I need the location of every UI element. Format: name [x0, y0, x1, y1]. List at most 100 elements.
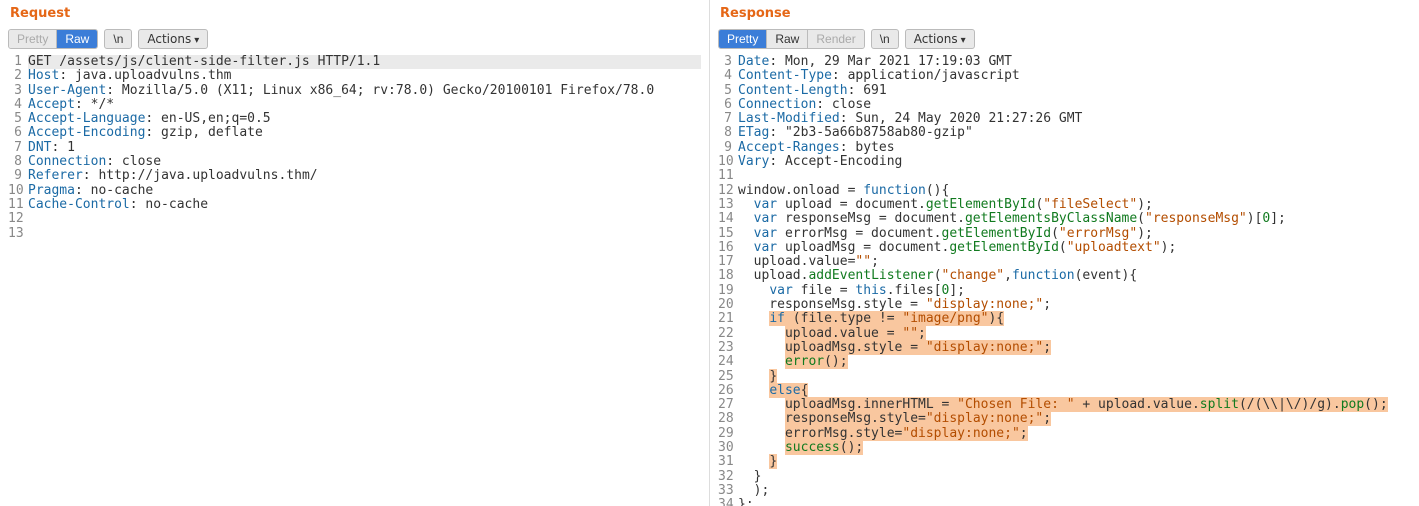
- code-content: var responseMsg = document.getElementsBy…: [738, 212, 1411, 226]
- code-content: );: [738, 484, 1411, 498]
- code-content: }: [738, 370, 1411, 384]
- line-number: 22: [718, 327, 738, 341]
- line-number: 8: [8, 155, 28, 169]
- code-content: Accept-Encoding: gzip, deflate: [28, 126, 701, 140]
- code-line[interactable]: 2Host: java.uploadvulns.thm: [8, 69, 701, 83]
- code-line[interactable]: 24 error();: [718, 355, 1411, 369]
- code-content: Connection: close: [738, 98, 1411, 112]
- line-number: 25: [718, 370, 738, 384]
- line-number: 15: [718, 227, 738, 241]
- code-line[interactable]: 14 var responseMsg = document.getElement…: [718, 212, 1411, 226]
- actions-label: Actions: [147, 32, 191, 46]
- actions-menu[interactable]: Actions▾: [138, 29, 208, 49]
- code-line[interactable]: 5Content-Length: 691: [718, 84, 1411, 98]
- code-line[interactable]: 30 success();: [718, 441, 1411, 455]
- line-number: 5: [8, 112, 28, 126]
- line-number: 7: [8, 141, 28, 155]
- code-line[interactable]: 9Referer: http://java.uploadvulns.thm/: [8, 169, 701, 183]
- code-line[interactable]: 5Accept-Language: en-US,en;q=0.5: [8, 112, 701, 126]
- code-line[interactable]: 4Content-Type: application/javascript: [718, 69, 1411, 83]
- code-line[interactable]: 21 if (file.type != "image/png"){: [718, 312, 1411, 326]
- line-number: 24: [718, 355, 738, 369]
- line-number: 1: [8, 55, 28, 69]
- line-number: 13: [8, 227, 28, 241]
- code-line[interactable]: 8Connection: close: [8, 155, 701, 169]
- render-tab[interactable]: Render: [808, 30, 863, 48]
- code-line[interactable]: 17 upload.value="";: [718, 255, 1411, 269]
- pretty-tab[interactable]: Pretty: [719, 30, 767, 48]
- code-line[interactable]: 4Accept: */*: [8, 98, 701, 112]
- line-number: 7: [718, 112, 738, 126]
- line-number: 8: [718, 126, 738, 140]
- code-content: else{: [738, 384, 1411, 398]
- code-line[interactable]: 3Date: Mon, 29 Mar 2021 17:19:03 GMT: [718, 55, 1411, 69]
- code-line[interactable]: 6Connection: close: [718, 98, 1411, 112]
- code-content: DNT: 1: [28, 141, 701, 155]
- line-number: 12: [8, 212, 28, 226]
- newline-toggle[interactable]: \n: [871, 29, 899, 49]
- code-line[interactable]: 22 upload.value = "";: [718, 327, 1411, 341]
- code-content: Accept-Language: en-US,en;q=0.5: [28, 112, 701, 126]
- code-content: [28, 227, 701, 241]
- line-number: 29: [718, 427, 738, 441]
- code-line[interactable]: 18 upload.addEventListener("change",func…: [718, 269, 1411, 283]
- code-content: Content-Type: application/javascript: [738, 69, 1411, 83]
- code-line[interactable]: 9Accept-Ranges: bytes: [718, 141, 1411, 155]
- code-line[interactable]: 26 else{: [718, 384, 1411, 398]
- chevron-down-icon: ▾: [194, 35, 199, 46]
- code-line[interactable]: 15 var errorMsg = document.getElementByI…: [718, 227, 1411, 241]
- code-line[interactable]: 7Last-Modified: Sun, 24 May 2020 21:27:2…: [718, 112, 1411, 126]
- code-line[interactable]: 1GET /assets/js/client-side-filter.js HT…: [8, 55, 701, 69]
- code-line[interactable]: 20 responseMsg.style = "display:none;";: [718, 298, 1411, 312]
- code-line[interactable]: 12: [8, 212, 701, 226]
- response-panel: Response Pretty Raw Render \n Actions▾ 3…: [710, 0, 1419, 506]
- line-number: 33: [718, 484, 738, 498]
- newline-toggle[interactable]: \n: [104, 29, 132, 49]
- response-code[interactable]: 3Date: Mon, 29 Mar 2021 17:19:03 GMT4Con…: [718, 53, 1411, 506]
- line-number: 18: [718, 269, 738, 283]
- code-line[interactable]: 8ETag: "2b3-5a66b8758ab80-gzip": [718, 126, 1411, 140]
- pretty-tab[interactable]: Pretty: [9, 30, 57, 48]
- code-line[interactable]: 13: [8, 227, 701, 241]
- code-line[interactable]: 10Vary: Accept-Encoding: [718, 155, 1411, 169]
- code-content: User-Agent: Mozilla/5.0 (X11; Linux x86_…: [28, 84, 701, 98]
- line-number: 5: [718, 84, 738, 98]
- code-content: Host: java.uploadvulns.thm: [28, 69, 701, 83]
- code-line[interactable]: 10Pragma: no-cache: [8, 184, 701, 198]
- code-line[interactable]: 19 var file = this.files[0];: [718, 284, 1411, 298]
- code-line[interactable]: 33 );: [718, 484, 1411, 498]
- code-content: Cache-Control: no-cache: [28, 198, 701, 212]
- code-line[interactable]: 3User-Agent: Mozilla/5.0 (X11; Linux x86…: [8, 84, 701, 98]
- code-line[interactable]: 13 var upload = document.getElementById(…: [718, 198, 1411, 212]
- raw-tab[interactable]: Raw: [57, 30, 97, 48]
- code-line[interactable]: 27 uploadMsg.innerHTML = "Chosen File: "…: [718, 398, 1411, 412]
- code-content: Referer: http://java.uploadvulns.thm/: [28, 169, 701, 183]
- code-content: var errorMsg = document.getElementById("…: [738, 227, 1411, 241]
- code-content: Date: Mon, 29 Mar 2021 17:19:03 GMT: [738, 55, 1411, 69]
- response-title: Response: [718, 6, 1411, 27]
- code-line[interactable]: 23 uploadMsg.style = "display:none;";: [718, 341, 1411, 355]
- code-line[interactable]: 25 }: [718, 370, 1411, 384]
- line-number: 14: [718, 212, 738, 226]
- actions-label: Actions: [914, 32, 958, 46]
- code-content: ETag: "2b3-5a66b8758ab80-gzip": [738, 126, 1411, 140]
- code-content: }: [738, 470, 1411, 484]
- code-line[interactable]: 34};: [718, 498, 1411, 506]
- line-number: 12: [718, 184, 738, 198]
- line-number: 9: [718, 141, 738, 155]
- code-line[interactable]: 31 }: [718, 455, 1411, 469]
- code-content: errorMsg.style="display:none;";: [738, 427, 1411, 441]
- code-line[interactable]: 7DNT: 1: [8, 141, 701, 155]
- code-line[interactable]: 16 var uploadMsg = document.getElementBy…: [718, 241, 1411, 255]
- raw-tab[interactable]: Raw: [767, 30, 808, 48]
- code-content: Last-Modified: Sun, 24 May 2020 21:27:26…: [738, 112, 1411, 126]
- actions-menu[interactable]: Actions▾: [905, 29, 975, 49]
- code-line[interactable]: 28 responseMsg.style="display:none;";: [718, 412, 1411, 426]
- code-line[interactable]: 12window.onload = function(){: [718, 184, 1411, 198]
- request-code[interactable]: 1GET /assets/js/client-side-filter.js HT…: [8, 53, 701, 506]
- code-line[interactable]: 29 errorMsg.style="display:none;";: [718, 427, 1411, 441]
- code-line[interactable]: 6Accept-Encoding: gzip, deflate: [8, 126, 701, 140]
- code-line[interactable]: 11Cache-Control: no-cache: [8, 198, 701, 212]
- code-line[interactable]: 32 }: [718, 470, 1411, 484]
- code-line[interactable]: 11: [718, 169, 1411, 183]
